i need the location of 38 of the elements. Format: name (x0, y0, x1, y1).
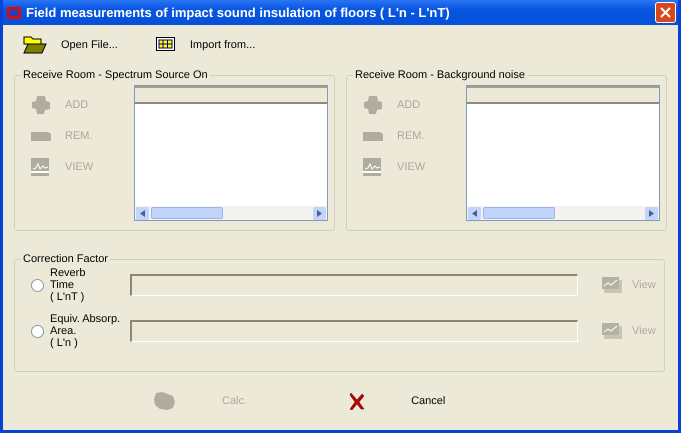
group-title: Receive Room - Background noise (354, 69, 526, 81)
close-button[interactable] (655, 2, 676, 23)
x-icon (349, 392, 366, 410)
left-arrow-icon (472, 210, 477, 216)
input-field[interactable] (130, 320, 578, 342)
option-label: Equiv. Absorp. Area. ( L'n ) (50, 313, 122, 349)
horizontal-scrollbar[interactable] (135, 206, 327, 220)
close-icon (660, 7, 671, 18)
app-icon (6, 4, 22, 20)
dialog-button[interactable]: Cancel (349, 392, 446, 410)
option-label: Reverb Time ( L'nT ) (50, 267, 86, 303)
table-icon (156, 37, 176, 53)
group-title: Correction Factor (22, 253, 109, 265)
right-arrow-icon (649, 210, 654, 216)
radio-button[interactable] (31, 278, 44, 292)
bar-icon (363, 131, 383, 141)
chart-icon (31, 157, 51, 177)
toolbar-button[interactable]: Open File... (23, 35, 118, 55)
right-arrow-icon (317, 210, 322, 216)
chart-icon (602, 277, 622, 293)
chart-icon (602, 323, 622, 339)
scroll-thumb[interactable] (151, 207, 223, 219)
file-list[interactable] (466, 85, 660, 221)
file-list[interactable] (134, 85, 328, 221)
window-title: Field measurements of impact sound insulation of floors ( L'n - L'nT) (26, 5, 451, 20)
blob-icon (31, 95, 51, 115)
blob-icon (363, 95, 383, 115)
folder-icon (23, 35, 47, 55)
group-title: Receive Room - Spectrum Source On (22, 69, 209, 81)
input-field[interactable] (130, 274, 578, 296)
radio-button[interactable] (31, 324, 44, 338)
chart-icon (363, 157, 383, 177)
blob-icon (152, 391, 176, 411)
left-arrow-icon (140, 210, 145, 216)
horizontal-scrollbar[interactable] (467, 206, 659, 220)
scroll-thumb[interactable] (483, 207, 555, 219)
bar-icon (31, 131, 51, 141)
toolbar-button[interactable]: Import from... (156, 37, 256, 53)
